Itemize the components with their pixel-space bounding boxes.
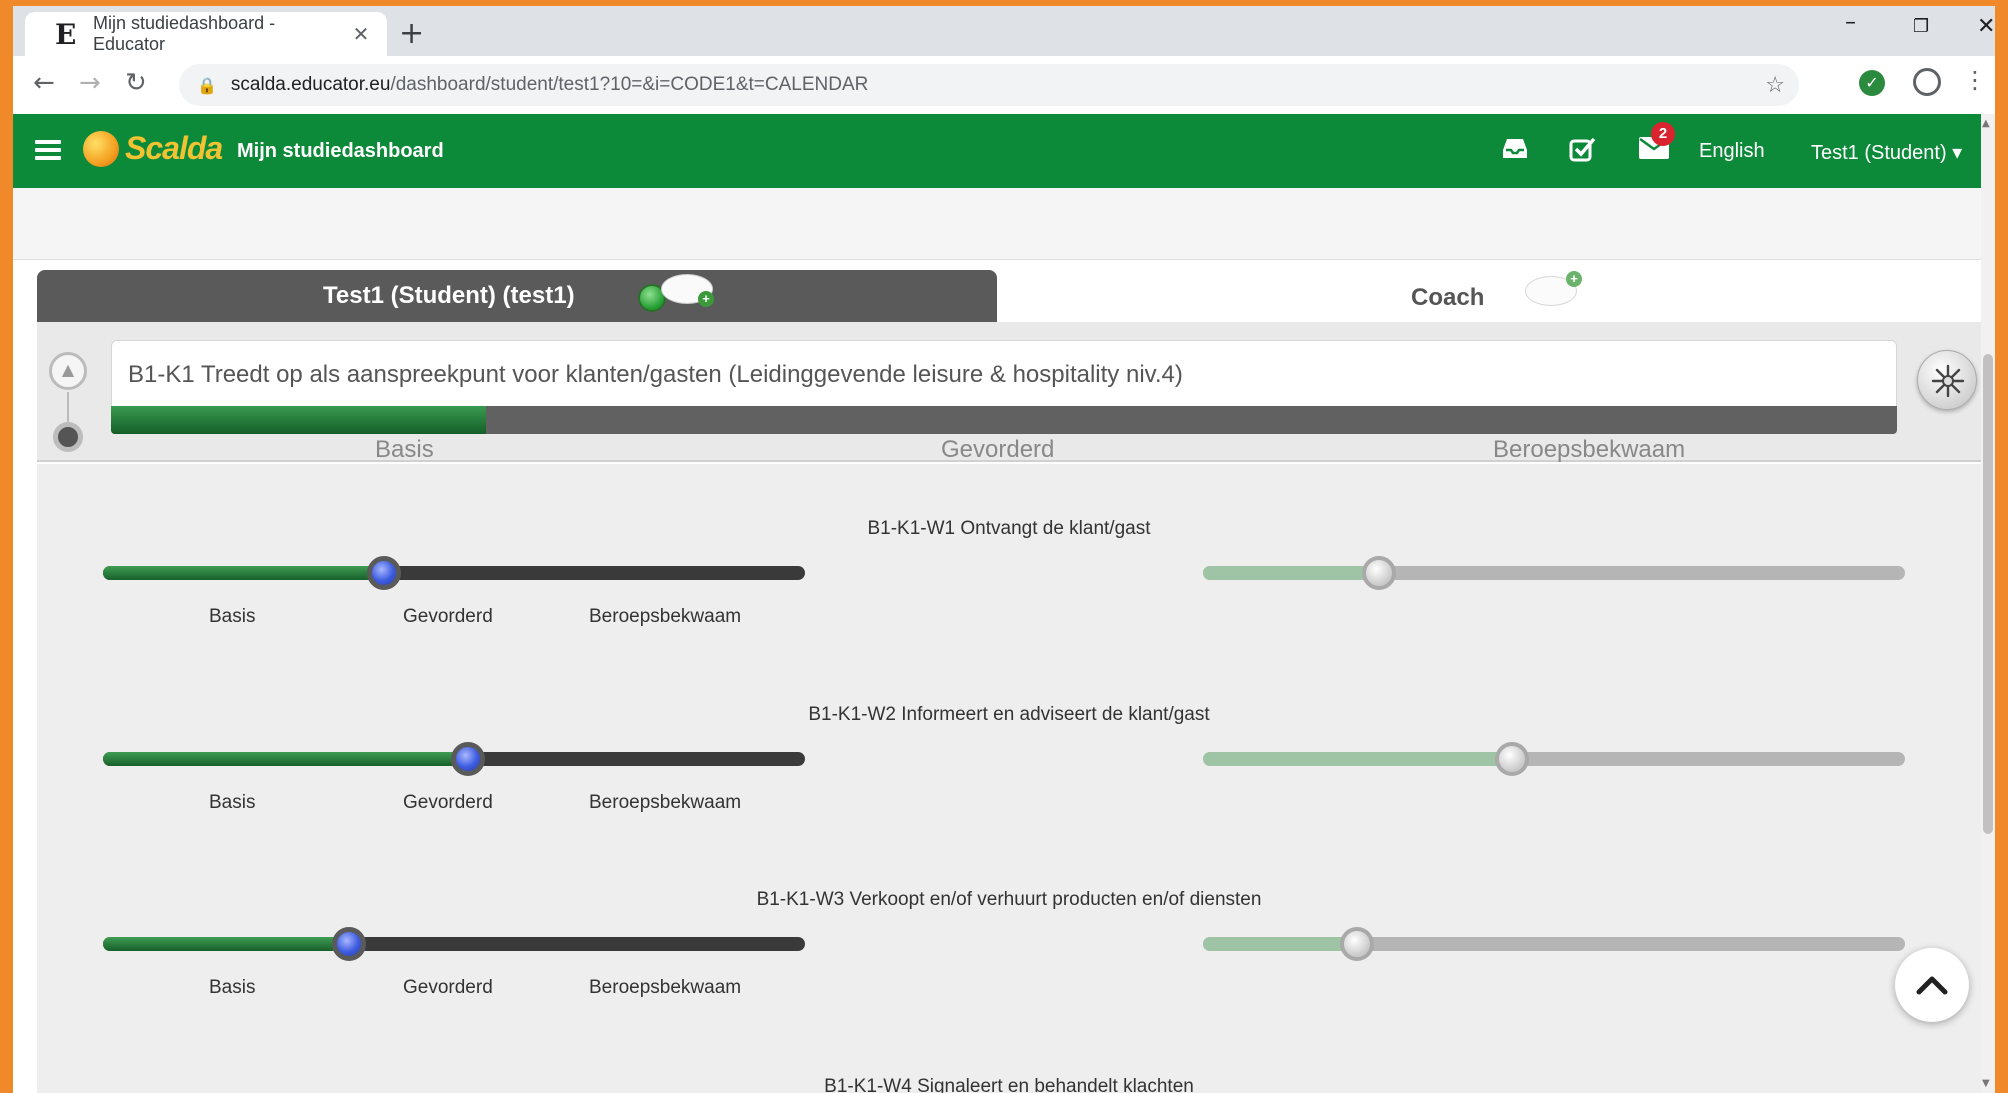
coach-slider-track <box>1203 752 1905 766</box>
close-window-icon[interactable]: ✕ <box>1977 14 1995 39</box>
page-viewport: Scalda Mijn studiedashboard 2 English Te… <box>13 114 1995 1093</box>
educator-favicon-icon: E <box>55 17 77 51</box>
scalda-logo[interactable]: Scalda <box>83 130 223 167</box>
work-process-title: B1-K1-W3 Verkoopt en/of verhuurt product… <box>756 889 1262 910</box>
browser-window: E Mijn studiedashboard - Educator ✕ + – … <box>13 6 1995 1093</box>
student-slider-handle[interactable] <box>366 556 401 590</box>
subheader-band <box>13 188 1981 260</box>
collapse-up-icon[interactable]: ▲ <box>49 352 87 390</box>
asterisk-gear-icon <box>1931 364 1965 398</box>
address-bar[interactable]: 🔒 scalda.educator.eu/dashboard/student/t… <box>179 64 1799 106</box>
coach-slider-fill <box>1203 752 1512 766</box>
back-arrow-icon[interactable]: ← <box>33 68 55 98</box>
student-slider-fill <box>103 566 384 580</box>
lock-icon: 🔒 <box>197 75 217 95</box>
mail-count-badge: 2 <box>1651 122 1675 146</box>
scrollbar-thumb[interactable] <box>1983 354 1993 834</box>
scalda-logo-text: Scalda <box>125 130 223 166</box>
inbox-icon[interactable] <box>1501 136 1529 167</box>
level-label-gevorderd: Gevorderd <box>403 792 493 813</box>
level-label-basis: Basis <box>209 606 256 627</box>
coach-slider-track <box>1203 566 1905 580</box>
profile-avatar-icon[interactable] <box>1913 68 1941 96</box>
restore-icon[interactable]: ❐ <box>1913 16 1929 37</box>
competency-level-beroepsbekwaam: Beroepsbekwaam <box>1493 436 1686 463</box>
level-label-basis: Basis <box>209 977 256 998</box>
new-tab-icon[interactable]: + <box>399 16 424 51</box>
level-label-gevorderd: Gevorderd <box>403 977 493 998</box>
scalda-logo-mark-icon <box>83 130 119 167</box>
url-path: /dashboard/student/test1?10=&i=CODE1&t=C… <box>390 74 869 95</box>
competency-progress-bar <box>111 406 1897 434</box>
scroll-down-icon[interactable]: ▼ <box>1982 1078 1990 1089</box>
browser-tab[interactable]: E Mijn studiedashboard - Educator ✕ <box>25 12 387 56</box>
tab-strip: E Mijn studiedashboard - Educator ✕ + – … <box>13 6 1995 56</box>
level-label-gevorderd: Gevorderd <box>403 606 493 627</box>
language-switch[interactable]: English <box>1699 140 1765 163</box>
scroll-up-icon[interactable]: ▲ <box>1982 118 1990 129</box>
work-process-title: B1-K1-W4 Signaleert en behandelt klachte… <box>824 1076 1194 1093</box>
rail-connector <box>67 392 69 422</box>
level-label-beroepsbekwaam: Beroepsbekwaam <box>589 977 742 998</box>
student-name: Test1 (Student) (test1) <box>323 282 575 309</box>
browser-toolbar: ← → ↻ 🔒 scalda.educator.eu/dashboard/stu… <box>13 56 1995 114</box>
settings-button[interactable] <box>1917 350 1977 410</box>
level-label-basis: Basis <box>209 792 256 813</box>
forward-arrow-icon[interactable]: → <box>79 68 101 98</box>
coach-slider-handle <box>1361 556 1396 590</box>
add-comment-icon[interactable]: + <box>661 274 714 307</box>
scroll-to-top-button[interactable] <box>1895 948 1969 1022</box>
extension-check-icon[interactable]: ✓ <box>1859 70 1885 96</box>
url-host: scalda.educator.eu <box>230 74 391 95</box>
work-process-area <box>37 464 1981 1093</box>
student-slider-track[interactable] <box>103 566 805 580</box>
bookmark-star-icon[interactable]: ☆ <box>1765 73 1785 98</box>
tab-student[interactable]: Test1 (Student) (test1) + <box>37 270 997 322</box>
app-header: Scalda Mijn studiedashboard 2 English Te… <box>13 114 1988 188</box>
student-slider-track[interactable] <box>103 937 805 951</box>
coach-add-comment-icon[interactable]: + <box>1525 271 1582 306</box>
work-process-title: B1-K1-W1 Ontvangt de klant/gast <box>867 518 1151 539</box>
level-label-beroepsbekwaam: Beroepsbekwaam <box>589 606 742 627</box>
work-process-title: B1-K1-W2 Informeert en adviseert de klan… <box>808 704 1210 725</box>
minimize-icon[interactable]: – <box>1845 10 1856 35</box>
reload-icon[interactable]: ↻ <box>125 68 147 98</box>
competency-level-gevorderd: Gevorderd <box>941 436 1055 463</box>
student-slider-fill <box>103 752 469 766</box>
student-slider-fill <box>103 937 349 951</box>
hamburger-menu-icon[interactable] <box>35 140 61 160</box>
coach-slider-handle <box>1494 742 1529 776</box>
browser-menu-icon[interactable]: ⋮ <box>1963 66 1987 94</box>
tab-title: Mijn studiedashboard - Educator <box>93 13 276 54</box>
competency-progress-fill <box>111 406 487 434</box>
competency-card[interactable]: B1-K1 Treedt op als aanspreekpunt voor k… <box>111 340 1897 408</box>
coach-slider-fill <box>1203 566 1379 580</box>
chevron-up-icon <box>1916 976 1948 995</box>
student-slider-handle[interactable] <box>451 742 486 776</box>
app-title: Mijn studiedashboard <box>237 140 444 162</box>
coach-slider-fill <box>1203 937 1358 951</box>
checkbox-edit-icon[interactable] <box>1569 136 1597 169</box>
competency-level-basis: Basis <box>375 436 434 463</box>
tab-coach[interactable]: Coach <box>1411 284 1484 312</box>
rail-node-icon[interactable] <box>53 422 83 452</box>
close-tab-icon[interactable]: ✕ <box>349 22 373 47</box>
page-scrollbar[interactable]: ▲ ▼ <box>1981 114 1995 1093</box>
coach-slider-track <box>1203 937 1905 951</box>
student-slider-handle[interactable] <box>331 927 366 961</box>
competency-title: B1-K1 Treedt op als aanspreekpunt voor k… <box>128 361 1183 388</box>
level-label-beroepsbekwaam: Beroepsbekwaam <box>589 792 742 813</box>
user-menu[interactable]: Test1 (Student) ▾ <box>1811 140 1962 165</box>
